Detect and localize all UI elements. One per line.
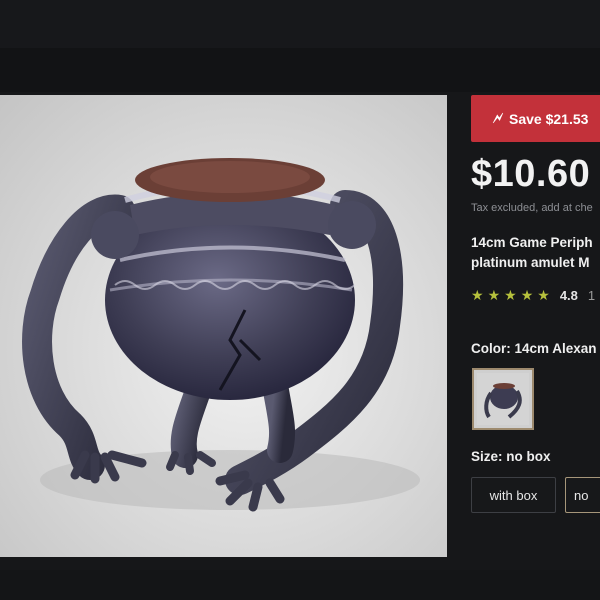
product-title: 14cm Game Periph platinum amulet M [471, 233, 593, 273]
tax-note: Tax excluded, add at che [471, 202, 593, 214]
product-price: $10.60 [471, 153, 591, 195]
star-icon: ★ [471, 287, 484, 303]
top-bar [0, 0, 600, 48]
swatch-thumbnail [477, 373, 529, 425]
color-label: Color: 14cm Alexan [471, 341, 597, 356]
product-rating[interactable]: ★ ★ ★ ★ ★ 4.8 1 [471, 287, 595, 304]
save-label: Save $21.53 [509, 110, 589, 127]
product-image[interactable] [0, 95, 447, 557]
product-info-panel: 🗲 Save $21.53 $10.60 Tax excluded, add a… [471, 95, 600, 565]
star-icon: ★ [520, 287, 534, 303]
product-title-line2: platinum amulet M [471, 255, 590, 270]
save-badge: 🗲 Save $21.53 [471, 95, 600, 142]
header-band [0, 48, 600, 92]
star-icon: ★ [487, 287, 501, 303]
size-option-with-box[interactable]: with box [471, 477, 556, 513]
jar-figure-illustration [22, 158, 420, 512]
size-option-no-box[interactable]: no [565, 477, 600, 513]
size-label: Size: no box [471, 449, 551, 464]
product-title-line1: 14cm Game Periph [471, 235, 593, 250]
rating-value: 4.8 [559, 288, 578, 303]
star-icon: ★ [537, 287, 550, 303]
color-swatch-selected[interactable] [472, 368, 534, 430]
star-icon: ★ [504, 287, 517, 303]
bolt-icon: 🗲 [493, 110, 503, 127]
rating-count: 1 [587, 288, 596, 303]
